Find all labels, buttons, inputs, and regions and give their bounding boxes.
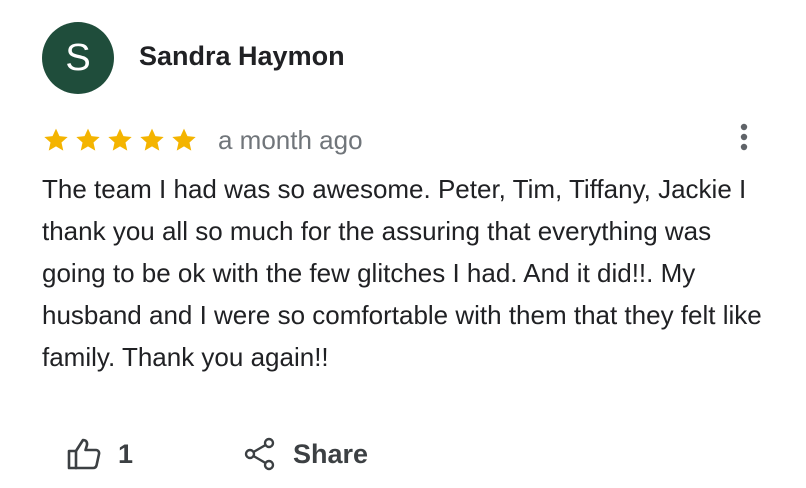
- share-icon: [244, 437, 275, 471]
- share-button[interactable]: Share: [243, 434, 368, 474]
- star-icon: [76, 128, 100, 151]
- star-icon: [44, 128, 68, 151]
- star-icon: [108, 128, 132, 151]
- star-rating: [42, 126, 202, 154]
- more-options-button[interactable]: [730, 120, 758, 154]
- review-card: S Sandra Haymon a month ago The team I h…: [0, 0, 806, 488]
- more-vert-icon: [740, 123, 748, 151]
- review-text: The team I had was so awesome. Peter, Ti…: [42, 174, 762, 372]
- like-button[interactable]: 1: [66, 434, 133, 474]
- avatar[interactable]: S: [42, 22, 114, 94]
- share-label: Share: [293, 438, 369, 469]
- review-date: a month ago: [218, 124, 363, 155]
- star-icon: [140, 128, 164, 151]
- thumbs-up-icon: [67, 438, 101, 470]
- like-count: 1: [118, 438, 134, 469]
- review-actions: 1 Share: [0, 428, 806, 480]
- rating-row: a month ago: [42, 122, 363, 158]
- author-name[interactable]: Sandra Haymon: [139, 41, 345, 72]
- star-icon: [172, 128, 196, 151]
- avatar-initial: S: [65, 37, 91, 79]
